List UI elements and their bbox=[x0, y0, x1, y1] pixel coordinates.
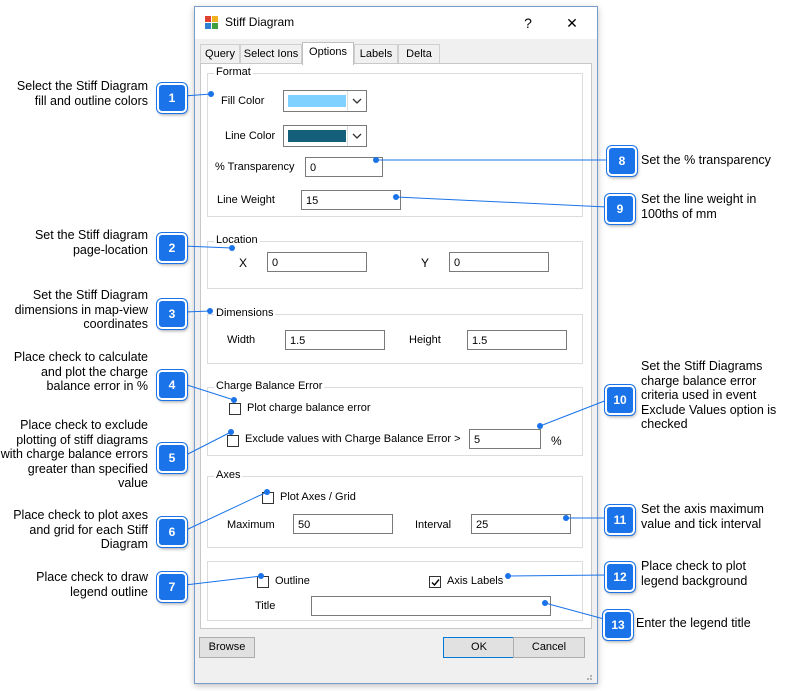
fill-color-select[interactable] bbox=[283, 90, 367, 112]
checkmark-icon bbox=[431, 579, 440, 587]
callout-badge-9: 9 bbox=[605, 194, 635, 224]
plot-charge-balance-checkbox[interactable] bbox=[229, 403, 241, 415]
interval-label: Interval bbox=[415, 519, 452, 531]
resize-grip-icon[interactable] bbox=[583, 671, 593, 681]
axis-labels-label: Axis Labels bbox=[447, 575, 504, 587]
axes-group: Axes bbox=[207, 469, 583, 548]
chevron-down-icon bbox=[347, 126, 366, 146]
tab-query[interactable]: Query bbox=[200, 44, 240, 64]
callout-badge-3: 3 bbox=[157, 299, 187, 329]
callout-text-4: Place check to calculate and plot the ch… bbox=[13, 350, 148, 393]
fill-color-label: Fill Color bbox=[221, 95, 265, 107]
callout-badge-6: 6 bbox=[157, 517, 187, 547]
chevron-down-icon bbox=[347, 91, 366, 111]
width-input[interactable]: 1.5 bbox=[285, 330, 385, 350]
location-legend: Location bbox=[214, 234, 260, 246]
callout-text-13: Enter the legend title bbox=[636, 616, 751, 630]
tab-options[interactable]: Options bbox=[302, 42, 354, 65]
callout-text-6: Place check to plot axes and grid for ea… bbox=[13, 508, 148, 551]
callout-badge-5: 5 bbox=[157, 443, 187, 473]
height-input[interactable]: 1.5 bbox=[467, 330, 567, 350]
maximum-label: Maximum bbox=[227, 519, 275, 531]
percent-label: % bbox=[551, 434, 562, 448]
charge-balance-error-input[interactable]: 5 bbox=[469, 429, 541, 449]
maximum-input[interactable]: 50 bbox=[293, 514, 393, 534]
tab-select-ions[interactable]: Select Ions bbox=[240, 44, 302, 64]
transparency-label: % Transparency bbox=[215, 161, 295, 173]
callout-badge-10: 10 bbox=[605, 385, 635, 415]
format-legend: Format bbox=[214, 66, 253, 78]
plot-axes-label: Plot Axes / Grid bbox=[280, 491, 356, 503]
callout-badge-2: 2 bbox=[157, 233, 187, 263]
ok-button[interactable]: OK bbox=[443, 637, 515, 658]
browse-button[interactable]: Browse bbox=[199, 637, 255, 658]
callout-text-3: Set the Stiff Diagram dimensions in map-… bbox=[14, 288, 148, 331]
legend-title-input[interactable] bbox=[311, 596, 551, 616]
app-icon bbox=[205, 16, 218, 29]
axes-legend: Axes bbox=[214, 469, 243, 481]
title-label: Title bbox=[255, 600, 276, 612]
callout-text-11: Set the axis maximum value and tick inte… bbox=[641, 502, 764, 531]
window-title: Stiff Diagram bbox=[225, 15, 295, 29]
title-bar: Stiff Diagram ? ✕ bbox=[195, 7, 597, 39]
line-color-select[interactable] bbox=[283, 125, 367, 147]
callout-text-2: Set the Stiff diagram page-location bbox=[34, 228, 148, 257]
exclude-values-checkbox[interactable] bbox=[227, 435, 239, 447]
tab-delta[interactable]: Delta bbox=[398, 44, 440, 64]
callout-badge-13: 13 bbox=[603, 610, 633, 640]
exclude-values-label: Exclude values with Charge Balance Error… bbox=[245, 433, 461, 445]
outline-checkbox[interactable] bbox=[257, 576, 269, 588]
callout-badge-11: 11 bbox=[605, 505, 635, 535]
axis-labels-checkbox[interactable] bbox=[429, 576, 441, 588]
line-color-label: Line Color bbox=[225, 130, 276, 142]
width-label: Width bbox=[227, 334, 256, 346]
close-button[interactable]: ✕ bbox=[559, 11, 585, 35]
stiff-diagram-dialog: Stiff Diagram ? ✕ Query Select Ions Opti… bbox=[194, 6, 598, 684]
transparency-input[interactable]: 0 bbox=[305, 157, 383, 177]
options-panel: Format Fill Color Line Color % Transpare… bbox=[200, 63, 592, 629]
callout-badge-4: 4 bbox=[157, 370, 187, 400]
x-input[interactable]: 0 bbox=[267, 252, 367, 272]
cancel-button[interactable]: Cancel bbox=[513, 637, 585, 658]
charge-balance-legend: Charge Balance Error bbox=[214, 380, 325, 392]
line-weight-label: Line Weight bbox=[217, 194, 275, 206]
callout-text-9: Set the line weight in 100ths of mm bbox=[641, 192, 757, 221]
callout-badge-1: 1 bbox=[157, 83, 187, 113]
height-label: Height bbox=[409, 334, 441, 346]
plot-axes-checkbox[interactable] bbox=[262, 492, 274, 504]
fill-color-swatch bbox=[288, 95, 346, 107]
callout-badge-8: 8 bbox=[607, 146, 637, 176]
x-label: X bbox=[239, 256, 248, 270]
callout-badge-12: 12 bbox=[605, 562, 635, 592]
line-weight-input[interactable]: 15 bbox=[301, 190, 401, 210]
y-label: Y bbox=[421, 256, 430, 270]
outline-label: Outline bbox=[275, 575, 310, 587]
tab-labels[interactable]: Labels bbox=[354, 44, 398, 64]
y-input[interactable]: 0 bbox=[449, 252, 549, 272]
callout-badge-7: 7 bbox=[157, 572, 187, 602]
callout-text-1: Select the Stiff Diagram fill and outlin… bbox=[16, 79, 148, 108]
help-button[interactable]: ? bbox=[515, 11, 541, 35]
callout-text-7: Place check to draw legend outline bbox=[36, 570, 148, 599]
callout-text-8: Set the % transparency bbox=[641, 153, 771, 167]
plot-charge-balance-label: Plot charge balance error bbox=[247, 402, 371, 414]
line-color-swatch bbox=[288, 130, 346, 142]
dimensions-legend: Dimensions bbox=[214, 307, 276, 319]
callout-text-12: Place check to plot legend background bbox=[641, 559, 748, 588]
callout-text-10: Set the Stiff Diagrams charge balance er… bbox=[641, 359, 777, 431]
interval-input[interactable]: 25 bbox=[471, 514, 571, 534]
callout-text-5: Place check to exclude plotting of stiff… bbox=[0, 418, 148, 490]
